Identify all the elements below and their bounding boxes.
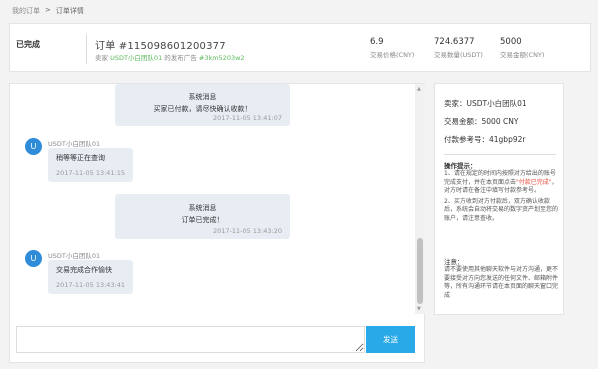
system-message: 系统消息 买家已付款，请尽快确认收款！ 2017-11-05 13:41:07 [115, 84, 290, 126]
system-message-text: 订单已完成！ [181, 216, 224, 224]
stat-amount: 5000 交易金额(CNY) [500, 37, 544, 59]
breadcrumb-separator: > [45, 6, 51, 14]
user-message-text: 稍等等正在查询 [56, 154, 105, 162]
seller-name-link[interactable]: USDT小白团队01 [110, 54, 162, 62]
user-message-text: 交易完成合作愉快 [56, 266, 112, 274]
order-number: 订单 #115098601200377 [95, 41, 226, 52]
stat-amount-value: 5000 [500, 37, 522, 47]
tips-title: 操作提示： [444, 162, 477, 170]
chat-panel: 系统消息 买家已付款，请尽快确认收款！ 2017-11-05 13:41:07 … [9, 83, 425, 363]
avatar: U [25, 250, 42, 267]
message-time: 2017-11-05 13:43:41 [56, 281, 126, 289]
sender-name: USDT小白团队01 [48, 252, 101, 260]
tips-highlight: "付款已完成" [516, 178, 552, 186]
system-message-text: 买家已付款，请尽快确认收款！ [153, 105, 252, 113]
stat-quantity: 724.6377 交易数量(USDT) [434, 37, 483, 59]
ad-id-link[interactable]: #3km5203w2 [199, 54, 245, 62]
stat-price-label: 交易价格(CNY) [370, 51, 415, 59]
order-status: 已完成 [16, 40, 40, 49]
system-message-title: 系统消息 [188, 93, 217, 101]
divider [444, 154, 556, 155]
ad-text: 的发布广告 [164, 54, 197, 62]
info-payment-ref: 付款参考号：41gbp92r [444, 135, 526, 144]
avatar: U [25, 138, 42, 155]
scroll-up-icon[interactable]: ▲ [417, 86, 421, 92]
message-list[interactable]: 系统消息 买家已付款，请尽快确认收款！ 2017-11-05 13:41:07 … [10, 84, 415, 314]
scroll-down-icon[interactable]: ▼ [417, 306, 421, 312]
tips-body: 1、请在规定的时间内按照对方给出的账号完成支付，并在本页面点击"付款已完成"，对… [444, 170, 560, 223]
send-button[interactable]: 发送 [366, 326, 415, 353]
stat-price-value: 6.9 [370, 37, 384, 47]
seller-prefix: 卖家 [95, 54, 108, 62]
tips-step-2: 2、买方收到对方付款后，双方确认收款后，系统会自动将交易的数字资产划至您的账户，… [444, 197, 559, 222]
scrollbar-thumb[interactable] [417, 238, 423, 304]
stat-quantity-label: 交易数量(USDT) [434, 51, 483, 59]
stat-amount-label: 交易金额(CNY) [500, 51, 545, 59]
divider [86, 34, 87, 64]
info-amount: 交易金额：5000 CNY [444, 117, 519, 126]
message-input[interactable] [16, 326, 365, 353]
message-time: 2017-11-05 13:41:07 [212, 114, 282, 122]
order-info-panel: 卖家：USDT小白团队01 交易金额：5000 CNY 付款参考号：41gbp9… [434, 83, 564, 315]
stat-quantity-value: 724.6377 [434, 37, 475, 47]
note-body: 请不要使用其他聊天软件与对方沟通，更不要接受对方向您发送的任何文件、邮箱附件等，… [444, 266, 559, 299]
stat-price: 6.9 交易价格(CNY) [370, 37, 414, 59]
message-time: 2017-11-05 13:41:15 [56, 169, 126, 177]
note-title: 注意： [444, 258, 464, 266]
info-seller: 卖家：USDT小白团队01 [444, 99, 527, 108]
message-scrollbar[interactable]: ▲ ▼ [415, 84, 425, 314]
message-time: 2017-11-05 13:43:20 [212, 227, 282, 235]
breadcrumb: 我的订单 > 订单详情 [12, 6, 84, 16]
sender-name: USDT小白团队01 [48, 140, 101, 148]
user-message: 稍等等正在查询 2017-11-05 13:41:15 [48, 148, 134, 182]
breadcrumb-my-orders-link[interactable]: 我的订单 [12, 6, 40, 16]
order-summary-card: 已完成 订单 #115098601200377 卖家 USDT小白团队01 的发… [9, 23, 591, 72]
user-message: 交易完成合作愉快 2017-11-05 13:43:41 [48, 260, 134, 294]
system-message: 系统消息 订单已完成！ 2017-11-05 13:43:20 [115, 194, 290, 239]
breadcrumb-current: 订单详情 [55, 7, 84, 15]
system-message-title: 系统消息 [188, 204, 217, 212]
seller-ad-line: 卖家 USDT小白团队01 的发布广告 #3km5203w2 [95, 52, 245, 62]
